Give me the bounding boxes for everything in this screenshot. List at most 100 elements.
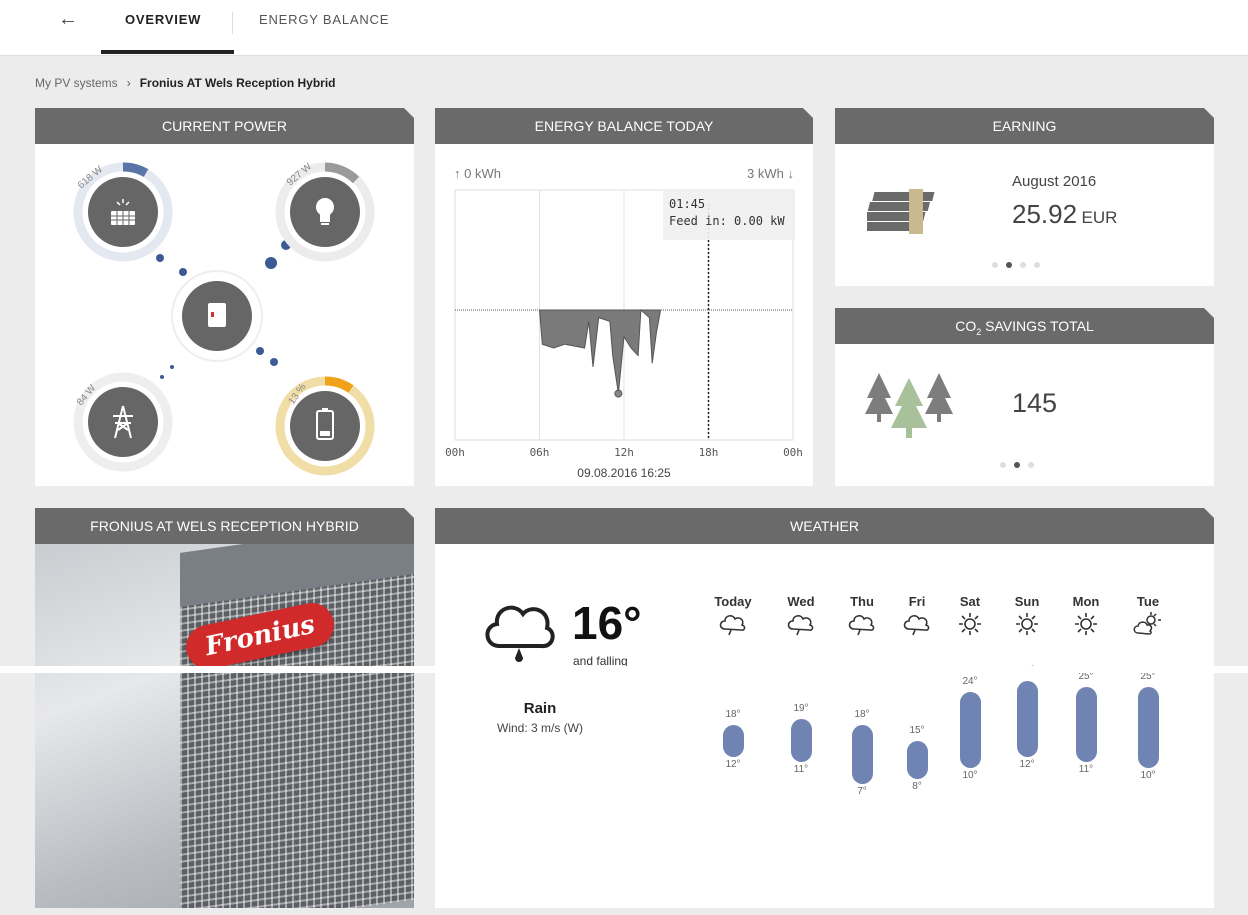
arrow-left-icon[interactable]: ←	[58, 8, 78, 31]
chart-timestamp: 09.08.2016 16:25	[577, 466, 671, 480]
flow-dot	[156, 254, 164, 262]
current-temperature: 16°	[572, 597, 642, 649]
x-tick-label: 00h	[445, 446, 465, 459]
system-photo-card[interactable]: FRONIUS AT WELS RECEPTION HYBRID Fronius	[35, 508, 414, 908]
weather-card[interactable]: WEATHER 16° and falling Rain Wind: 3 m/s…	[435, 508, 1214, 908]
earning-unit: EUR	[1081, 208, 1118, 227]
current-power-card[interactable]: CURRENT POWER 618 W 927 W 84 W 13 %	[35, 108, 414, 486]
consumption-total: 3 kWh ↓	[747, 166, 794, 181]
low-temp-label: 10°	[1140, 769, 1156, 781]
forecast-day-label: Fri	[908, 594, 926, 609]
co2-title-prefix: CO	[955, 318, 977, 334]
card-fold-corner	[803, 108, 813, 118]
sun-icon	[1071, 611, 1101, 637]
pager-dot[interactable]	[1034, 262, 1040, 268]
forecast-day-label: Mon	[1072, 594, 1100, 609]
co2-header: CO2 SAVINGS TOTAL	[835, 308, 1214, 344]
temperature-range-bar	[791, 719, 812, 763]
earning-period: August 2016	[1012, 173, 1097, 190]
cloud-icon	[786, 611, 816, 637]
chart-point	[614, 389, 623, 398]
tooltip-time: 01:45	[669, 197, 706, 211]
earning-header: EARNING	[835, 108, 1214, 144]
pager-dot[interactable]	[992, 262, 998, 268]
rain-cloud-icon	[485, 605, 555, 662]
card-fold-corner	[1204, 308, 1214, 318]
x-tick-label: 18h	[699, 446, 719, 459]
pager-dot[interactable]	[1000, 462, 1006, 468]
high-temp-label: 24°	[962, 676, 978, 688]
earning-amount: 25.92 EUR	[1012, 199, 1117, 230]
co2-title: CO2 SAVINGS TOTAL	[955, 318, 1094, 337]
tab-energy-balance[interactable]: ENERGY BALANCE	[259, 12, 389, 27]
grid-node[interactable]: 84 W	[73, 372, 173, 472]
tab-overview[interactable]: OVERVIEW	[125, 12, 201, 27]
co2-savings-card[interactable]: CO2 SAVINGS TOTAL 145	[835, 308, 1214, 486]
earning-pager[interactable]	[992, 262, 1040, 268]
forecast-day-label: Thu	[850, 594, 874, 609]
co2-title-suffix: SAVINGS TOTAL	[981, 318, 1094, 334]
flow-dot	[170, 365, 174, 369]
earning-card[interactable]: EARNING August 2016 25.92 EUR	[835, 108, 1214, 286]
card-fold-corner	[1204, 508, 1214, 518]
energy-balance-header: ENERGY BALANCE TODAY	[435, 108, 813, 144]
flow-dot	[179, 268, 187, 276]
card-fold-corner	[404, 508, 414, 518]
earning-value: 25.92	[1012, 199, 1078, 229]
pager-dot[interactable]	[1020, 262, 1026, 268]
breadcrumb-current: Fronius AT Wels Reception Hybrid	[139, 76, 336, 90]
energy-balance-title: ENERGY BALANCE TODAY	[534, 118, 714, 134]
tab-divider	[232, 12, 233, 34]
system-title: FRONIUS AT WELS RECEPTION HYBRID	[90, 518, 359, 534]
battery-node[interactable]: 13 %	[275, 376, 375, 476]
weather-condition: Rain	[523, 700, 557, 717]
load-node[interactable]: 927 W	[275, 161, 375, 262]
sun-cloud-icon	[1133, 611, 1163, 637]
energy-area	[538, 308, 662, 394]
flow-dot	[256, 347, 264, 355]
energy-balance-card[interactable]: ENERGY BALANCE TODAY ↑ 0 kWh 3 kWh ↓ 00h…	[435, 108, 813, 486]
flow-dot	[270, 358, 278, 366]
weather-header: WEATHER	[435, 508, 1214, 544]
inverter-icon	[208, 303, 226, 327]
money-band	[909, 189, 923, 234]
high-temp-label: 18°	[854, 708, 870, 720]
high-temp-label: 15°	[909, 724, 925, 736]
top-navigation: ← OVERVIEW ENERGY BALANCE	[0, 0, 1248, 56]
breadcrumb-root[interactable]: My PV systems	[35, 76, 118, 90]
wind-info: Wind: 3 m/s (W)	[497, 721, 583, 735]
pv-node[interactable]: 618 W	[73, 162, 173, 262]
temperature-range-bar	[723, 724, 744, 757]
cloud-icon	[847, 611, 877, 637]
pager-dot-active[interactable]	[1006, 262, 1012, 268]
temperature-range-bar	[907, 740, 928, 779]
x-axis-ticks: 00h 06h 12h 18h 00h	[445, 446, 803, 459]
high-temp-label: 19°	[793, 703, 809, 715]
x-tick-label: 00h	[783, 446, 803, 459]
forecast-day-label: Wed	[787, 594, 815, 609]
co2-pager[interactable]	[1000, 462, 1034, 468]
temperature-range-bar	[1017, 681, 1038, 757]
forecast-day-label: Tue	[1136, 594, 1160, 609]
low-temp-label: 10°	[962, 769, 978, 781]
x-tick-label: 12h	[614, 446, 634, 459]
temperature-range-bar	[1076, 686, 1097, 763]
card-fold-corner	[404, 108, 414, 118]
earning-title: EARNING	[992, 118, 1057, 134]
battery-ring-fill	[324, 376, 354, 393]
low-temp-label: 11°	[793, 764, 809, 776]
cloud-icon	[718, 611, 748, 637]
breadcrumb: My PV systems › Fronius AT Wels Reception …	[35, 76, 335, 90]
chart-tooltip: 01:45 Feed in: 0.00 kW	[663, 190, 795, 240]
battery-circle	[290, 391, 360, 461]
flow-dot	[265, 257, 277, 269]
low-temp-label: 7°	[857, 786, 867, 797]
low-temp-label: 8°	[912, 780, 922, 792]
inverter-node[interactable]	[171, 270, 263, 362]
pager-dot-active[interactable]	[1014, 462, 1020, 468]
current-power-header: CURRENT POWER	[35, 108, 414, 144]
money-stack-icon	[867, 189, 935, 234]
pager-dot[interactable]	[1028, 462, 1034, 468]
power-flow-diagram: 618 W 927 W 84 W 13 %	[73, 161, 375, 476]
building-photo: Fronius	[35, 544, 414, 908]
